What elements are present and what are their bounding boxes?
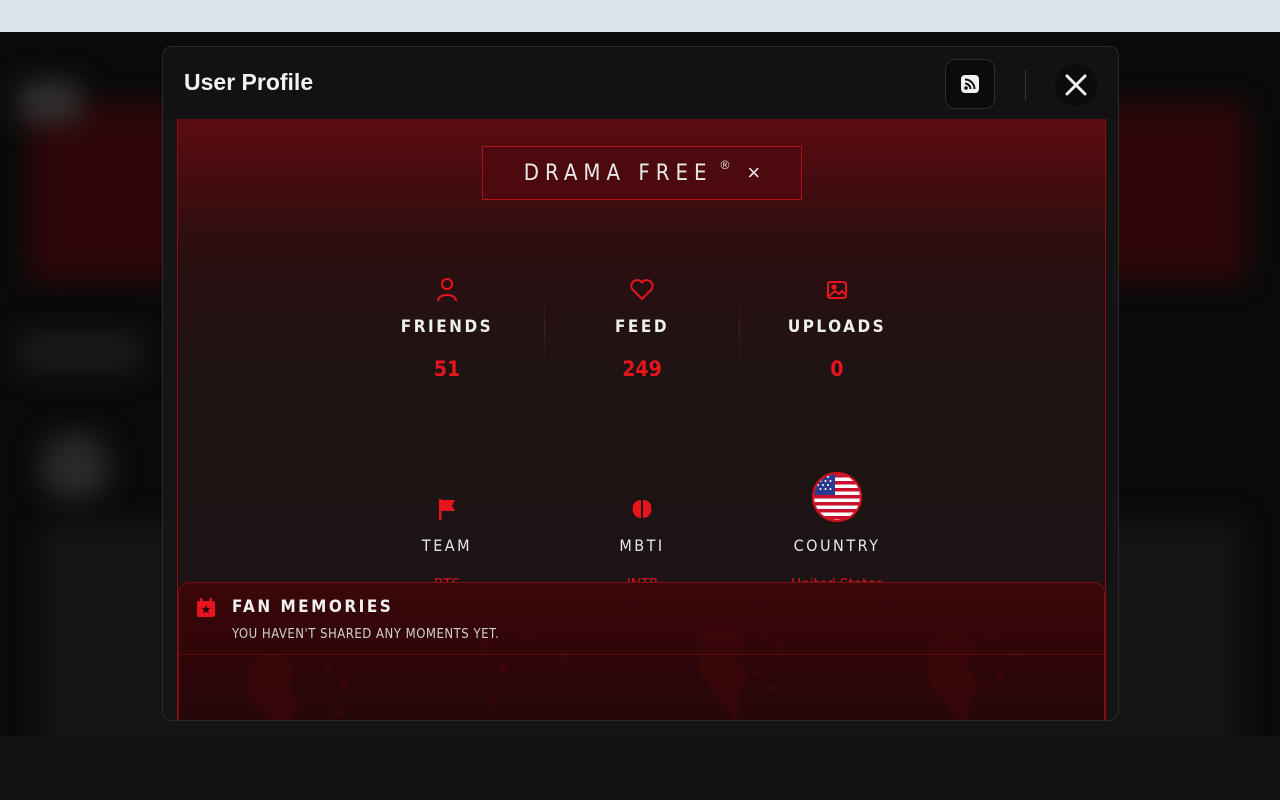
close-button[interactable] (1055, 64, 1097, 106)
stat-value: 0 (830, 357, 844, 381)
stat-divider (544, 289, 545, 369)
drama-free-badge: DRAMA FREE ® × (482, 146, 802, 200)
stat-value: 249 (622, 357, 662, 381)
image-icon (747, 276, 927, 304)
browser-top-strip (0, 0, 1280, 32)
stat-value: 51 (433, 357, 461, 381)
fan-memories-header: FAN MEMORIES YOU HAVEN'T SHARED ANY MOME… (179, 583, 1104, 655)
close-icon (1065, 74, 1087, 96)
us-flag-icon (747, 469, 927, 524)
user-icon (357, 276, 537, 304)
info-country: COUNTRY United States (747, 469, 927, 593)
stat-divider (739, 289, 740, 369)
info-label: TEAM (421, 536, 473, 555)
modal-title: User Profile (184, 69, 314, 95)
badge-text: DRAMA FREE (523, 160, 713, 186)
stat-label: FRIENDS (400, 317, 494, 337)
user-profile-modal: DRAMA FREE ® × FRIENDS 51 FEED 249 UPLOA… (162, 46, 1119, 721)
flag-icon (357, 494, 537, 524)
fan-memories-title: FAN MEMORIES (232, 597, 394, 617)
header-divider (1025, 70, 1026, 100)
profile-body: DRAMA FREE ® × FRIENDS 51 FEED 249 UPLOA… (177, 119, 1106, 720)
page-bottom-area (0, 736, 1280, 800)
badge-remove-button[interactable]: × (747, 160, 760, 186)
modal-header: User Profile (163, 47, 1118, 119)
fan-memories-empty-text: YOU HAVEN'T SHARED ANY MOMENTS YET. (232, 627, 500, 642)
rss-feed-button[interactable] (945, 59, 995, 109)
info-label: MBTI (619, 536, 665, 555)
info-mbti: MBTI INTP (552, 494, 732, 593)
fan-memories-section: FAN MEMORIES YOU HAVEN'T SHARED ANY MOME… (178, 582, 1105, 720)
registered-mark: ® (720, 158, 730, 172)
stat-uploads[interactable]: UPLOADS 0 (747, 276, 927, 381)
info-label: COUNTRY (793, 536, 881, 555)
brain-icon (552, 494, 732, 524)
rss-icon (961, 75, 979, 93)
info-team: TEAM BTS (357, 494, 537, 593)
stat-label: UPLOADS (787, 317, 887, 337)
stat-feed[interactable]: FEED 249 (552, 276, 732, 381)
stat-label: FEED (614, 317, 670, 337)
stat-friends[interactable]: FRIENDS 51 (357, 276, 537, 381)
heart-icon (552, 276, 732, 304)
calendar-star-icon (195, 597, 217, 624)
